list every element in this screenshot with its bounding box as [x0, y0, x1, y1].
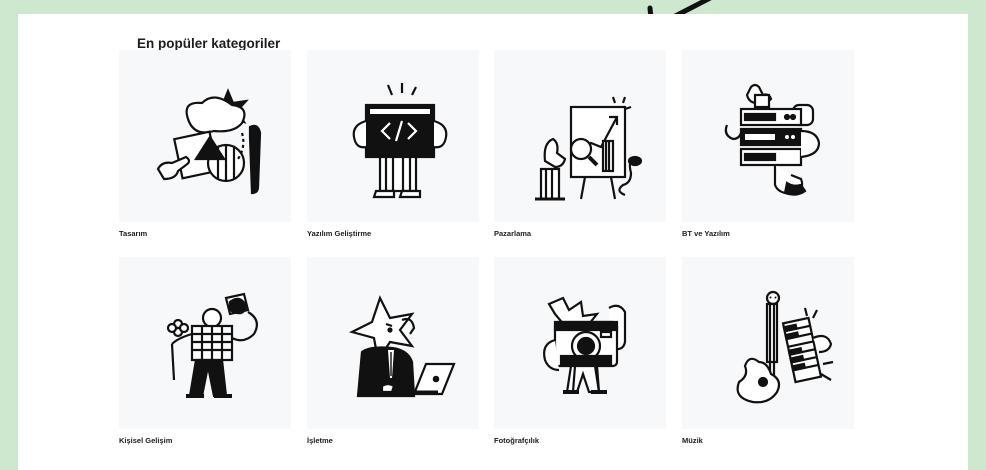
category-card-music[interactable]: Müzik — [682, 257, 854, 445]
category-label: Yazılım Geliştirme — [307, 229, 372, 238]
category-thumbnail — [307, 257, 479, 429]
category-card-design[interactable]: Tasarım — [119, 50, 291, 238]
categories-panel: En popüler kategoriler Tasarım Yazılım G… — [18, 14, 968, 470]
business-laptop-icon — [348, 295, 456, 398]
category-label: Pazarlama — [494, 229, 532, 238]
camera-icon — [543, 296, 627, 394]
category-thumbnail — [682, 50, 854, 222]
category-card-personal-development[interactable]: Kişisel Gelişim — [119, 257, 291, 445]
guitar-keyboard-icon — [736, 290, 834, 404]
analytics-chart-icon — [535, 96, 643, 201]
category-card-photography[interactable]: Fotoğrafçılık — [494, 257, 666, 445]
category-label: BT ve Yazılım — [682, 229, 730, 238]
megaphone-person-icon — [166, 292, 259, 398]
category-label: Fotoğrafçılık — [494, 436, 540, 445]
category-thumbnail — [494, 257, 666, 429]
section-title: En popüler kategoriler — [137, 36, 281, 51]
category-thumbnail — [682, 257, 854, 429]
code-window-icon — [352, 83, 448, 199]
category-label: Kişisel Gelişim — [119, 436, 173, 445]
server-rack-icon — [724, 83, 821, 196]
category-card-it-software[interactable]: BT ve Yazılım — [682, 50, 854, 238]
category-label: İşletme — [307, 436, 333, 445]
design-illustration-icon — [156, 88, 262, 195]
category-thumbnail — [494, 50, 666, 222]
category-thumbnail — [119, 257, 291, 429]
category-card-software-development[interactable]: Yazılım Geliştirme — [307, 50, 479, 238]
category-label: Tasarım — [119, 229, 148, 238]
category-label: Müzik — [682, 436, 703, 445]
category-card-business[interactable]: İşletme — [307, 257, 479, 445]
category-card-marketing[interactable]: Pazarlama — [494, 50, 666, 238]
category-thumbnail — [307, 50, 479, 222]
category-thumbnail — [119, 50, 291, 222]
